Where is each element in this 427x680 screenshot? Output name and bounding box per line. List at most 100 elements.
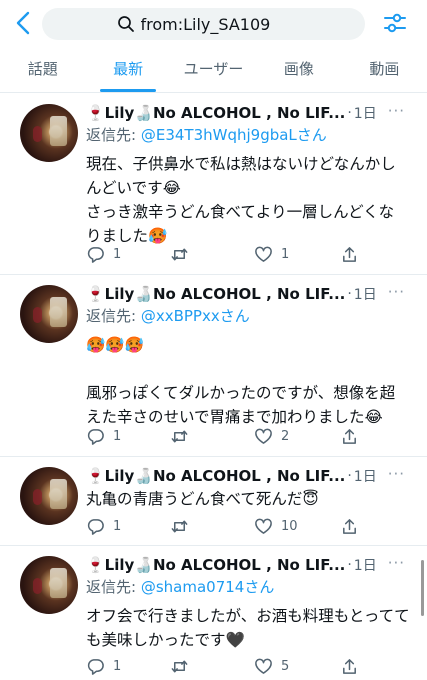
reply-icon: [87, 658, 104, 675]
retweet-icon: [171, 248, 188, 260]
avatar[interactable]: [20, 556, 78, 614]
tab-label: 画像: [283, 60, 314, 78]
tweet-line: も美味しかったです🖤: [86, 631, 245, 649]
tweet[interactable]: 🍷Lily🍶No ALCOHOL , No LIF... · 1日 ··· 返信…: [0, 275, 427, 457]
reply-handle[interactable]: @xxBPPxxさん: [141, 307, 250, 325]
tab-videos[interactable]: 動画: [342, 50, 427, 92]
share-icon: [343, 428, 356, 444]
reply-handle[interactable]: @shama0714さん: [141, 578, 275, 596]
reply-to-line: 返信先: @xxBPPxxさん: [86, 305, 417, 327]
reply-label: 返信先:: [86, 578, 137, 596]
tweet-text: 🥵🥵🥵 風邪っぽくてダルかったのですが、想像を超 えた辛さのせいで胃痛まで加わり…: [86, 333, 417, 429]
search-tabs: 話題 最新 ユーザー 画像 動画: [0, 50, 427, 93]
tweet-line: んどいです😂: [86, 179, 181, 197]
reply-label: 返信先:: [86, 307, 137, 325]
avatar[interactable]: [20, 104, 78, 162]
tweet[interactable]: 🍷Lily🍶No ALCOHOL , No LIF... · 1日 ··· 返信…: [0, 94, 427, 275]
tweet-text: 丸亀の青唐うどん食べて死んだ😇: [86, 487, 417, 511]
like-button[interactable]: 5: [254, 656, 338, 676]
like-count: 2: [281, 428, 290, 444]
like-button[interactable]: 10: [254, 516, 338, 536]
tab-label: 話題: [27, 60, 58, 78]
tweet[interactable]: 🍷Lily🍶No ALCOHOL , No LIF... · 1日 ··· 返信…: [0, 546, 427, 680]
top-bar: [0, 0, 427, 48]
like-heart-icon: [255, 658, 272, 674]
like-count: 5: [281, 658, 290, 674]
tab-people[interactable]: ユーザー: [171, 50, 256, 92]
reply-icon: [87, 246, 104, 263]
tab-label: 動画: [369, 60, 400, 78]
tweet-line: 現在、子供鼻水で私は熱はないけどなんかし: [86, 155, 396, 173]
back-arrow-icon[interactable]: [10, 9, 38, 37]
tweet-feed: 🍷Lily🍶No ALCOHOL , No LIF... · 1日 ··· 返信…: [0, 94, 427, 680]
reply-icon: [87, 428, 104, 445]
search-input[interactable]: [140, 14, 291, 34]
separator-dot: ·: [347, 557, 352, 573]
share-button[interactable]: [340, 656, 367, 676]
timestamp[interactable]: 1日: [354, 466, 377, 486]
reply-button[interactable]: 1: [86, 516, 170, 536]
retweet-icon: [171, 430, 188, 442]
scrollbar[interactable]: [421, 560, 424, 616]
like-button[interactable]: 2: [254, 426, 338, 446]
tab-latest[interactable]: 最新: [85, 50, 170, 92]
avatar[interactable]: [20, 285, 78, 343]
display-name[interactable]: 🍷Lily🍶No ALCOHOL , No LIF...: [86, 285, 345, 303]
timestamp[interactable]: 1日: [354, 284, 377, 304]
share-button[interactable]: [340, 516, 367, 536]
tweet-line: [86, 357, 417, 381]
like-heart-icon: [255, 246, 272, 262]
reply-to-line: 返信先: @E34T3hWqhj9gbaLさん: [86, 124, 417, 146]
tab-photos[interactable]: 画像: [256, 50, 341, 92]
like-count: 10: [281, 518, 298, 534]
reply-handle[interactable]: @E34T3hWqhj9gbaLさん: [141, 126, 327, 144]
display-name[interactable]: 🍷Lily🍶No ALCOHOL , No LIF...: [86, 104, 345, 122]
more-dots-icon[interactable]: ···: [388, 102, 405, 120]
like-count: 1: [281, 246, 290, 262]
retweet-icon: [171, 660, 188, 672]
like-button[interactable]: 1: [254, 244, 338, 264]
reply-button[interactable]: 1: [86, 244, 170, 264]
reply-count: 1: [113, 428, 122, 444]
tab-top[interactable]: 話題: [0, 50, 85, 92]
reply-label: 返信先:: [86, 126, 137, 144]
timestamp[interactable]: 1日: [354, 555, 377, 575]
separator-dot: ·: [347, 286, 352, 302]
more-dots-icon[interactable]: ···: [388, 283, 405, 301]
retweet-button[interactable]: [170, 426, 254, 446]
reply-button[interactable]: 1: [86, 426, 170, 446]
search-box[interactable]: [42, 8, 365, 40]
more-dots-icon[interactable]: ···: [388, 465, 405, 483]
display-name[interactable]: 🍷Lily🍶No ALCOHOL , No LIF...: [86, 467, 345, 485]
tweet[interactable]: 🍷Lily🍶No ALCOHOL , No LIF... · 1日 ··· 丸亀…: [0, 457, 427, 546]
tweet-actions: 1 10: [86, 516, 413, 536]
share-button[interactable]: [340, 244, 367, 264]
share-icon: [343, 518, 356, 534]
like-heart-icon: [255, 518, 272, 534]
tweet-text: 現在、子供鼻水で私は熱はないけどなんかし んどいです😂 さっき激辛うどん食べてよ…: [86, 152, 417, 248]
more-dots-icon[interactable]: ···: [388, 554, 405, 572]
share-button[interactable]: [340, 426, 367, 446]
timestamp[interactable]: 1日: [354, 103, 377, 123]
active-tab-indicator: [100, 89, 157, 92]
tweet-line: さっき激辛うどん食べてより一層しんどくな: [86, 203, 395, 221]
tab-label: ユーザー: [183, 60, 244, 78]
tweet-line: 🥵🥵🥵: [86, 336, 144, 354]
tweet-text: オフ会で行きましたが、お酒も料理もとってて も美味しかったです🖤: [86, 604, 417, 652]
retweet-button[interactable]: [170, 244, 254, 264]
tweet-actions: 1 1: [86, 244, 413, 264]
reply-button[interactable]: 1: [86, 656, 170, 676]
avatar[interactable]: [20, 467, 78, 525]
separator-dot: ·: [347, 105, 352, 121]
reply-to-line: 返信先: @shama0714さん: [86, 576, 417, 598]
search-icon: [117, 16, 134, 32]
filter-sliders-icon[interactable]: [382, 10, 408, 36]
tweet-line: オフ会で行きましたが、お酒も料理もとってて: [86, 607, 410, 625]
tweet-actions: 1 5: [86, 656, 413, 676]
tweet-actions: 1 2: [86, 426, 413, 446]
reply-count: 1: [113, 246, 122, 262]
retweet-button[interactable]: [170, 656, 254, 676]
display-name[interactable]: 🍷Lily🍶No ALCOHOL , No LIF...: [86, 556, 345, 574]
retweet-button[interactable]: [170, 516, 254, 536]
tab-label: 最新: [113, 60, 144, 78]
